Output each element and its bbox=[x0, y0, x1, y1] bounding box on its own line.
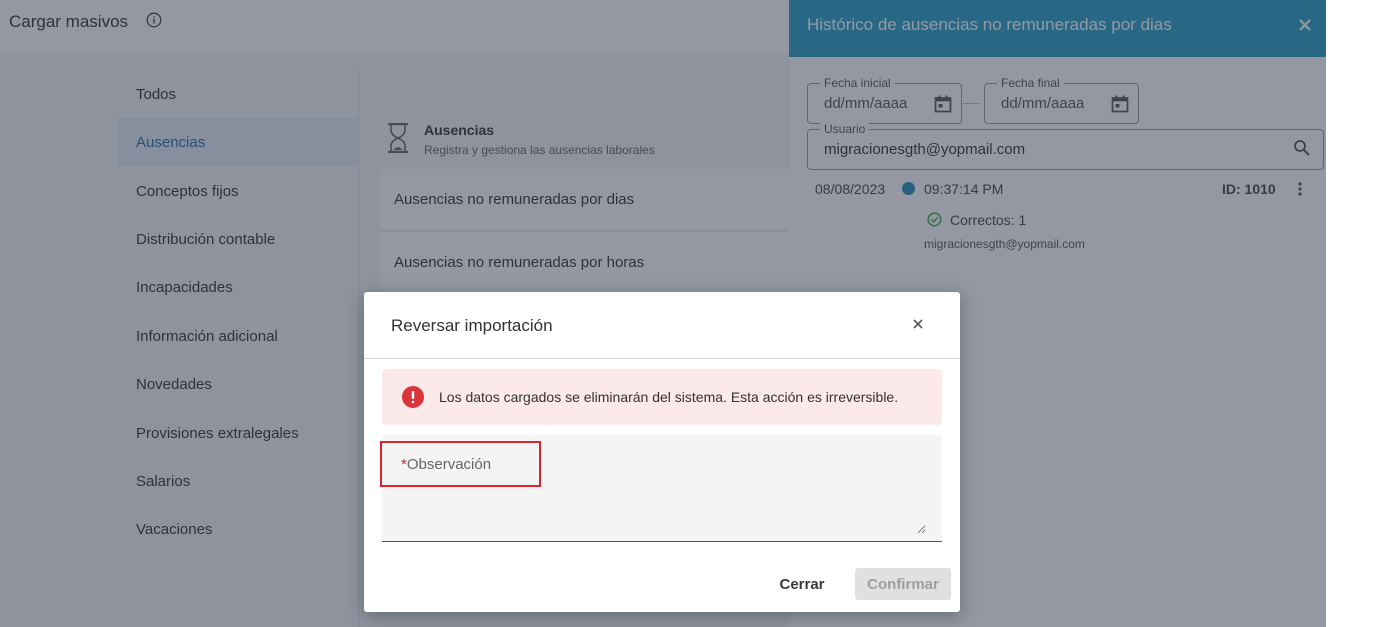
warning-alert: Los datos cargados se eliminarán del sis… bbox=[382, 369, 942, 425]
cancel-button[interactable]: Cerrar bbox=[767, 568, 837, 600]
alert-circle-icon bbox=[402, 386, 424, 408]
observation-field[interactable]: *Observación bbox=[380, 435, 942, 542]
observation-label-text: Observación bbox=[406, 456, 492, 473]
observation-textarea[interactable] bbox=[398, 490, 926, 534]
observation-label: *Observación bbox=[401, 456, 491, 473]
close-icon bbox=[913, 319, 923, 329]
reverse-import-dialog: Reversar importación Los datos cargados … bbox=[364, 292, 960, 612]
alert-message: Los datos cargados se eliminarán del sis… bbox=[439, 389, 899, 405]
dialog-title: Reversar importación bbox=[391, 316, 553, 335]
confirm-button[interactable]: Confirmar bbox=[855, 568, 951, 600]
dialog-close-button[interactable] bbox=[908, 314, 928, 334]
dialog-divider bbox=[364, 358, 960, 359]
